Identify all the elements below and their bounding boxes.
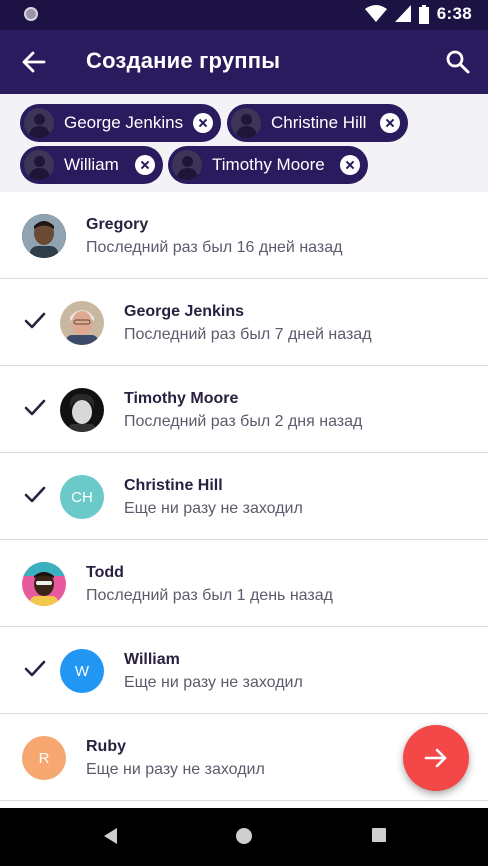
remove-chip-icon[interactable] (193, 113, 213, 133)
contact-status: Последний раз был 2 дня назад (124, 413, 363, 430)
app-bar: Создание группы (0, 30, 488, 94)
avatar-placeholder-icon (231, 108, 261, 138)
chip-label: Timothy Moore (212, 155, 325, 174)
avatar (22, 562, 66, 606)
notification-dot-icon (24, 7, 38, 21)
arrow-forward-icon (424, 748, 447, 768)
checkmark-icon (24, 486, 46, 503)
contact-row[interactable]: Todd Последний раз был 1 день назад (0, 540, 488, 627)
avatar-photo (22, 214, 66, 258)
contact-row[interactable]: CH Christine Hill Еще ни разу не заходил (0, 453, 488, 540)
chip-member[interactable]: Christine Hill (227, 104, 408, 142)
avatar-initials: W (60, 649, 104, 693)
chip-label: George Jenkins (64, 113, 184, 132)
contact-row[interactable]: Gregory Последний раз был 16 дней назад (0, 192, 488, 279)
avatar-placeholder-icon (24, 108, 54, 138)
chip-member[interactable]: Timothy Moore (168, 146, 368, 184)
remove-chip-icon[interactable] (380, 113, 400, 133)
system-nav-bar (0, 808, 488, 866)
nav-back-icon[interactable] (101, 826, 119, 846)
avatar-photo (60, 301, 104, 345)
search-icon[interactable] (444, 48, 472, 76)
contact-status: Последний раз был 1 день назад (86, 587, 333, 604)
contact-row[interactable]: Timothy Moore Последний раз был 2 дня на… (0, 366, 488, 453)
chip-member[interactable]: William (20, 146, 163, 184)
page-title: Создание группы (86, 48, 281, 73)
checkmark-icon (24, 399, 46, 416)
selected-members: George Jenkins Christine Hill William Ti… (0, 94, 488, 192)
contact-status: Еще ни разу не заходил (124, 500, 303, 517)
status-bar: 6:38 (0, 0, 488, 30)
checkmark-icon (24, 312, 46, 329)
avatar-photo (22, 562, 66, 606)
chip-label: William (64, 155, 119, 174)
chip-label: Christine Hill (271, 113, 367, 132)
avatar (60, 301, 104, 345)
avatar (60, 388, 104, 432)
chip-member[interactable]: George Jenkins (20, 104, 221, 142)
next-button[interactable] (403, 725, 469, 791)
contact-name: George Jenkins (124, 303, 245, 320)
contact-name: Christine Hill (124, 477, 223, 494)
contact-name: Ruby (86, 738, 126, 755)
contact-name: Gregory (86, 216, 149, 233)
contact-status: Еще ни разу не заходил (124, 674, 303, 691)
avatar-initials: R (22, 736, 66, 780)
avatar-photo (60, 388, 104, 432)
contact-row[interactable]: W William Еще ни разу не заходил (0, 627, 488, 714)
contact-name: William (124, 651, 180, 668)
nav-home-icon[interactable] (234, 826, 254, 846)
checkmark-icon (24, 660, 46, 677)
back-arrow-icon[interactable] (20, 48, 48, 76)
avatar (22, 214, 66, 258)
avatar-placeholder-icon (172, 150, 202, 180)
wifi-icon (364, 5, 387, 22)
remove-chip-icon[interactable] (340, 155, 360, 175)
contact-status: Последний раз был 16 дней назад (86, 239, 343, 256)
contact-status: Последний раз был 7 дней назад (124, 326, 372, 343)
clock: 6:38 (436, 4, 472, 23)
signal-icon (394, 5, 411, 22)
contact-list: Gregory Последний раз был 16 дней назад … (0, 192, 488, 801)
avatar-initials: CH (60, 475, 104, 519)
contact-row[interactable]: George Jenkins Последний раз был 7 дней … (0, 279, 488, 366)
avatar-placeholder-icon (24, 150, 54, 180)
battery-icon (418, 4, 429, 24)
contact-name: Timothy Moore (124, 390, 239, 407)
contact-name: Todd (86, 564, 124, 581)
remove-chip-icon[interactable] (135, 155, 155, 175)
nav-recents-icon[interactable] (370, 826, 388, 844)
contact-status: Еще ни разу не заходил (86, 761, 265, 778)
